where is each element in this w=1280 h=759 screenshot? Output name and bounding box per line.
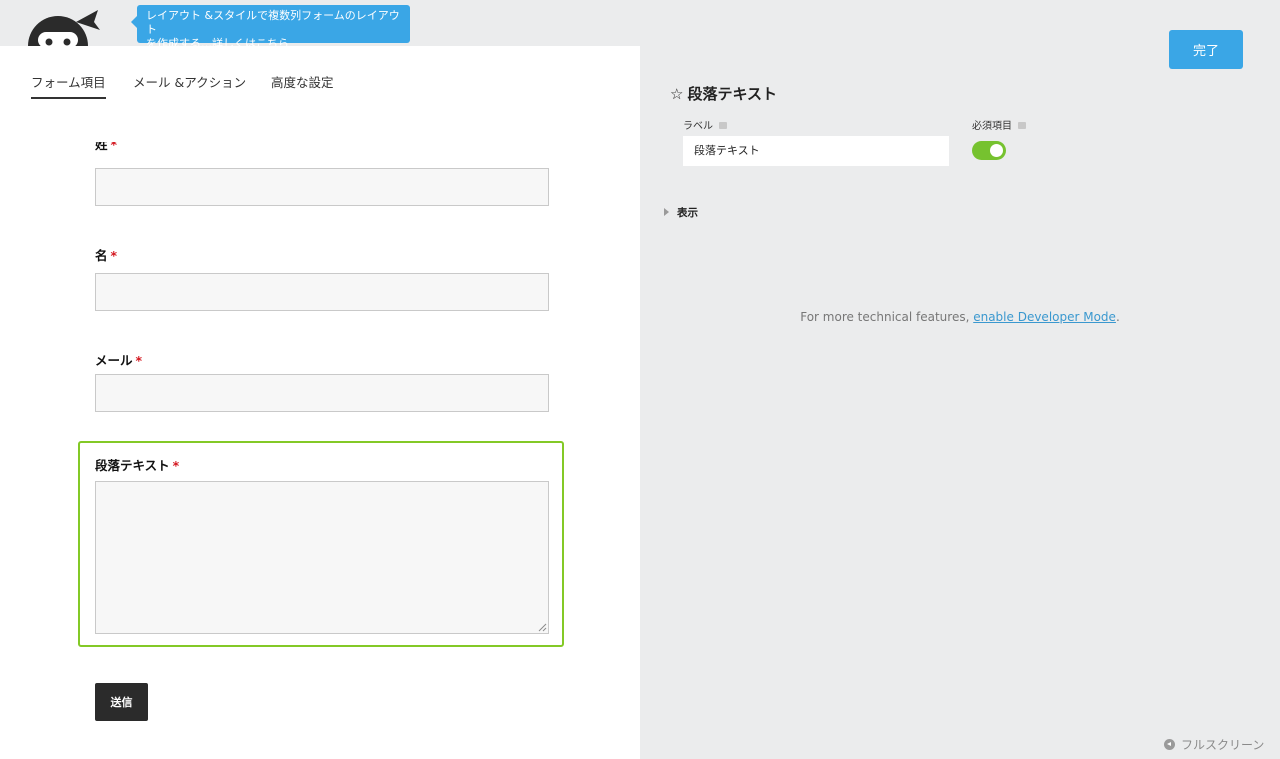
star-icon[interactable]: ☆ (670, 85, 683, 103)
layout-styles-tooltip[interactable]: レイアウト &スタイルで複数列フォームのレイアウト を作成する…詳しくはこちら (131, 5, 410, 50)
resize-grip-icon[interactable] (538, 623, 547, 632)
fullscreen-arrow-icon (1164, 739, 1175, 750)
toggle-knob (990, 144, 1003, 157)
field-label-email: メール * (95, 350, 142, 369)
settings-title-text: 段落テキスト (687, 85, 778, 103)
required-asterisk: * (135, 353, 143, 368)
label-caption: ラベル (683, 117, 727, 132)
field-label-first-name-text: 名 (95, 248, 108, 263)
done-button[interactable]: 完了 (1169, 30, 1243, 69)
dev-note-prefix: For more technical features, (800, 310, 974, 324)
field-label-email-text: メール (95, 353, 133, 368)
tab-form-fields[interactable]: フォーム項目 (31, 72, 106, 99)
email-input[interactable] (95, 374, 549, 412)
field-label-paragraph-text: 段落テキスト (95, 458, 170, 473)
required-caption-text: 必須項目 (972, 121, 1012, 132)
expand-triangle-icon (664, 208, 669, 216)
field-label-last-name-text: 姓 (95, 142, 108, 151)
ninja-forms-logo-icon (28, 10, 100, 46)
settings-title: ☆ 段落テキスト (670, 83, 777, 104)
paragraph-textarea[interactable] (95, 481, 549, 634)
field-label-last-name: 姓 * (95, 142, 117, 151)
fullscreen-button[interactable]: フルスクリーン (1164, 736, 1264, 753)
display-section-toggle[interactable]: 表示 (664, 205, 698, 220)
dev-note-suffix: . (1115, 310, 1120, 324)
required-toggle[interactable] (972, 141, 1006, 160)
required-asterisk: * (172, 458, 180, 473)
field-label-paragraph: 段落テキスト * (95, 455, 179, 474)
label-input[interactable]: 段落テキスト (683, 136, 949, 166)
developer-mode-note: For more technical features, enable Deve… (640, 310, 1280, 324)
enable-developer-mode-link[interactable]: enable Developer Mode (973, 310, 1116, 324)
tooltip-arrow (131, 16, 137, 28)
required-asterisk: * (110, 248, 118, 263)
submit-button[interactable]: 送信 (95, 683, 148, 721)
tooltip-line-1: レイアウト &スタイルで複数列フォームのレイアウト (146, 9, 400, 36)
fullscreen-label: フルスクリーン (1181, 738, 1265, 752)
help-bubble-icon[interactable] (1018, 121, 1026, 129)
first-name-input[interactable] (95, 273, 549, 311)
display-section-label: 表示 (677, 207, 698, 219)
last-name-input[interactable] (95, 168, 549, 206)
paragraph-text-field-selected[interactable]: 段落テキスト * (78, 441, 564, 647)
required-asterisk: * (110, 142, 118, 151)
required-caption: 必須項目 (972, 117, 1026, 132)
field-label-first-name: 名 * (95, 245, 117, 264)
help-bubble-icon[interactable] (719, 121, 727, 129)
tab-emails-actions[interactable]: メール &アクション (133, 72, 246, 91)
label-caption-text: ラベル (683, 121, 713, 132)
tooltip-line-2: を作成する…詳しくはこちら (146, 37, 289, 50)
form-builder-panel: フォーム項目 メール &アクション 高度な設定 姓 * 名 * メール * 段落テキス… (0, 46, 640, 759)
tab-advanced-settings[interactable]: 高度な設定 (271, 72, 334, 91)
